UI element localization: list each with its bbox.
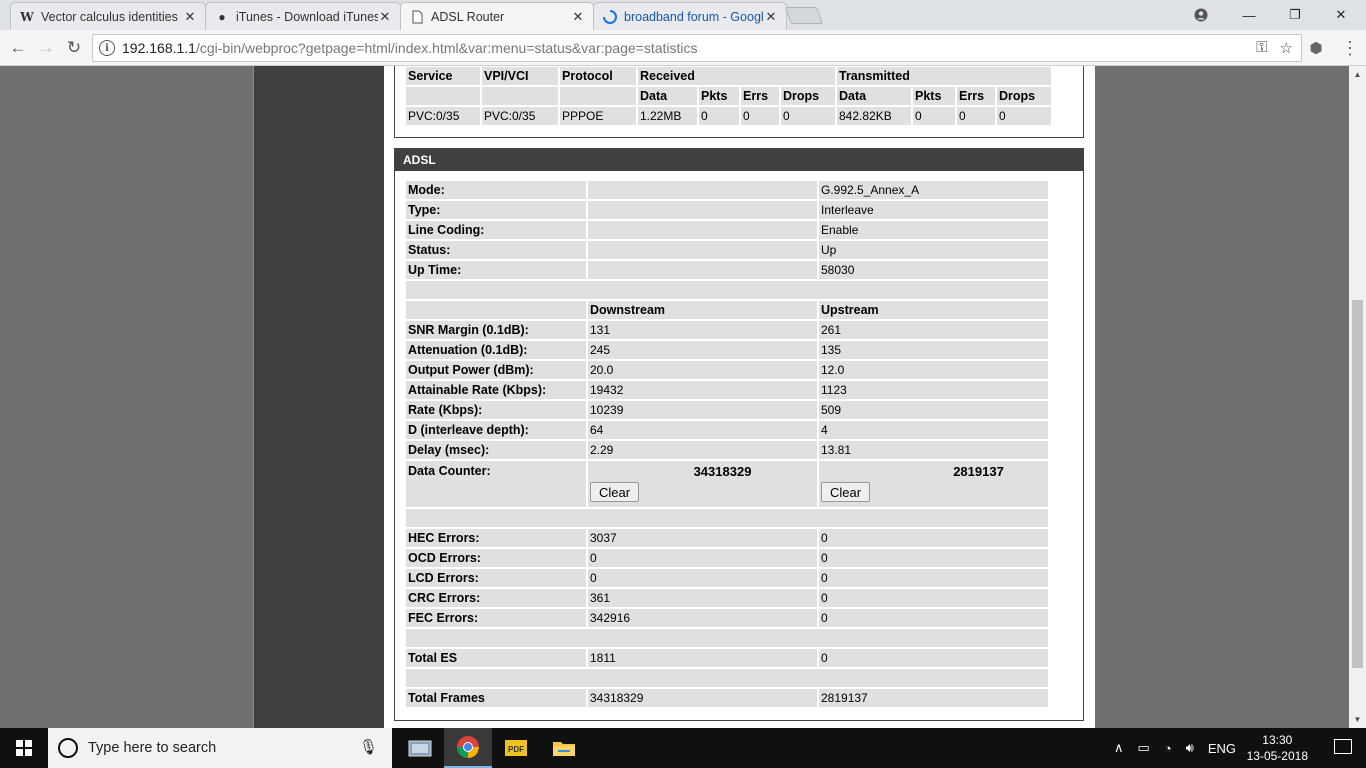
data-counter-row: Data Counter: 34318329 Clear 2819137 Cle… — [406, 461, 1048, 507]
table-row: SNR Margin (0.1dB): 131 261 — [406, 321, 1048, 339]
microphone-icon[interactable]: 🎙︎ — [359, 738, 378, 756]
close-icon[interactable]: ✕ — [764, 9, 778, 25]
table-row: Rate (Kbps): 10239 509 — [406, 401, 1048, 419]
address-bar[interactable]: i 192.168.1.1/cgi-bin/webproc?getpage=ht… — [92, 34, 1302, 62]
start-button[interactable] — [0, 728, 48, 768]
tab-adsl-router[interactable]: ADSL Router ✕ — [400, 2, 594, 31]
wan-statistics-box: Service VPI/VCI Protocol Received Transm… — [394, 66, 1084, 138]
router-page: Service VPI/VCI Protocol Received Transm… — [384, 66, 1095, 728]
clear-downstream-button[interactable]: Clear — [590, 482, 640, 502]
volume-icon[interactable]: 🔊︎ — [1186, 740, 1194, 756]
taskbar-app-file-explorer[interactable] — [540, 728, 588, 768]
cortana-icon — [58, 738, 78, 758]
battery-icon[interactable]: ▭ — [1138, 740, 1150, 756]
extension-icon[interactable]: ⬢ — [1306, 38, 1326, 58]
table-row: HEC Errors: 3037 0 — [406, 529, 1048, 547]
adsl-section-header: ADSL — [395, 149, 1083, 171]
info-icon[interactable]: i — [99, 40, 115, 56]
wifi-icon[interactable]: ◔ — [1164, 741, 1172, 756]
action-center-icon[interactable] — [1334, 739, 1352, 754]
bookmark-star-icon[interactable]: ☆ — [1280, 39, 1293, 57]
chrome-icon — [457, 736, 479, 758]
table-row: LCD Errors: 0 0 — [406, 569, 1048, 587]
close-window-button[interactable]: ✕ — [1318, 0, 1364, 30]
menu-icon[interactable]: ⋮ — [1340, 38, 1360, 58]
close-icon[interactable]: ✕ — [183, 9, 197, 25]
table-row: Total ES 1811 0 — [406, 649, 1048, 667]
page-viewport: Service VPI/VCI Protocol Received Transm… — [0, 66, 1366, 728]
side-menu-panel — [253, 66, 384, 728]
wan-statistics-table: Service VPI/VCI Protocol Received Transm… — [404, 66, 1053, 127]
table-row: Mode: G.992.5_Annex_A — [406, 181, 1048, 199]
scroll-up-arrow-icon[interactable]: ▲ — [1349, 66, 1366, 83]
taskbar-search-box[interactable]: Type here to search 🎙︎ — [48, 728, 392, 768]
windows-taskbar: Type here to search 🎙︎ PDF ∧ ▭ ◔ 🔊︎ ENG … — [0, 728, 1366, 768]
table-row: PVC:0/35 PVC:0/35 PPPOE 1.22MB 0 0 0 842… — [406, 107, 1051, 125]
tab-broadband-forum[interactable]: broadband forum - Google ✕ — [593, 2, 787, 30]
adsl-statistics-box: ADSL Mode: G.992.5_Annex_A Type: Interlea… — [394, 148, 1084, 721]
wikipedia-icon: W — [20, 9, 34, 24]
tab-itunes[interactable]: ● iTunes - Download iTunes ✕ — [205, 2, 401, 30]
taskbar-clock[interactable]: 13:30 13-05-2018 — [1247, 732, 1308, 764]
system-tray: ∧ ▭ ◔ 🔊︎ ENG — [1114, 728, 1236, 768]
close-icon[interactable]: ✕ — [571, 9, 585, 25]
page-icon — [409, 9, 425, 25]
adsl-statistics-table: Mode: G.992.5_Annex_A Type: Interleave Li… — [404, 179, 1050, 709]
table-row: OCD Errors: 0 0 — [406, 549, 1048, 567]
table-row: Total Frames 34318329 2819137 — [406, 689, 1048, 707]
minimize-button[interactable]: — — [1226, 0, 1272, 30]
taskbar-app-viewer[interactable] — [396, 728, 444, 768]
table-row: FEC Errors: 342916 0 — [406, 609, 1048, 627]
apple-icon: ● — [218, 9, 226, 24]
show-hidden-icons-icon[interactable]: ∧ — [1114, 740, 1124, 756]
table-row: Type: Interleave — [406, 201, 1048, 219]
svg-text:PDF: PDF — [508, 745, 524, 754]
table-row: Line Coding: Enable — [406, 221, 1048, 239]
back-button[interactable]: ← — [6, 36, 30, 60]
taskbar-app-chrome[interactable] — [444, 728, 492, 768]
table-row: Delay (msec): 2.29 13.81 — [406, 441, 1048, 459]
upstream-counter: 2819137 — [953, 464, 1004, 479]
scrollbar-thumb[interactable] — [1352, 300, 1363, 668]
scroll-down-arrow-icon[interactable]: ▼ — [1349, 711, 1366, 728]
table-row: Up Time: 58030 — [406, 261, 1048, 279]
reload-button[interactable]: ↻ — [62, 36, 86, 60]
downstream-counter: 34318329 — [693, 464, 752, 479]
close-icon[interactable]: ✕ — [378, 9, 392, 25]
table-row: CRC Errors: 361 0 — [406, 589, 1048, 607]
loading-icon — [602, 9, 618, 25]
table-row: Output Power (dBm): 20.0 12.0 — [406, 361, 1048, 379]
page-scrollbar[interactable]: ▲ ▼ — [1349, 66, 1366, 728]
windows-logo-icon — [16, 740, 32, 756]
profile-icon[interactable] — [1178, 0, 1224, 30]
table-row: D (interleave depth): 64 4 — [406, 421, 1048, 439]
table-row: Attainable Rate (Kbps): 19432 1123 — [406, 381, 1048, 399]
table-row: Status: Up — [406, 241, 1048, 259]
forward-button[interactable]: → — [34, 36, 58, 60]
taskbar-app-pdf[interactable]: PDF — [492, 728, 540, 768]
restore-button[interactable]: ❐ — [1272, 0, 1318, 30]
language-indicator[interactable]: ENG — [1208, 741, 1236, 756]
browser-toolbar: ← → ↻ i 192.168.1.1/cgi-bin/webproc?getp… — [0, 30, 1366, 66]
table-row: Attenuation (0.1dB): 245 135 — [406, 341, 1048, 359]
new-tab-button[interactable] — [784, 7, 824, 24]
tab-vector-calculus[interactable]: W Vector calculus identities ✕ — [10, 2, 206, 30]
clear-upstream-button[interactable]: Clear — [821, 482, 871, 502]
tab-strip: W Vector calculus identities ✕ ● iTunes … — [0, 0, 1366, 31]
key-icon[interactable]: ⚿ — [1256, 39, 1267, 57]
